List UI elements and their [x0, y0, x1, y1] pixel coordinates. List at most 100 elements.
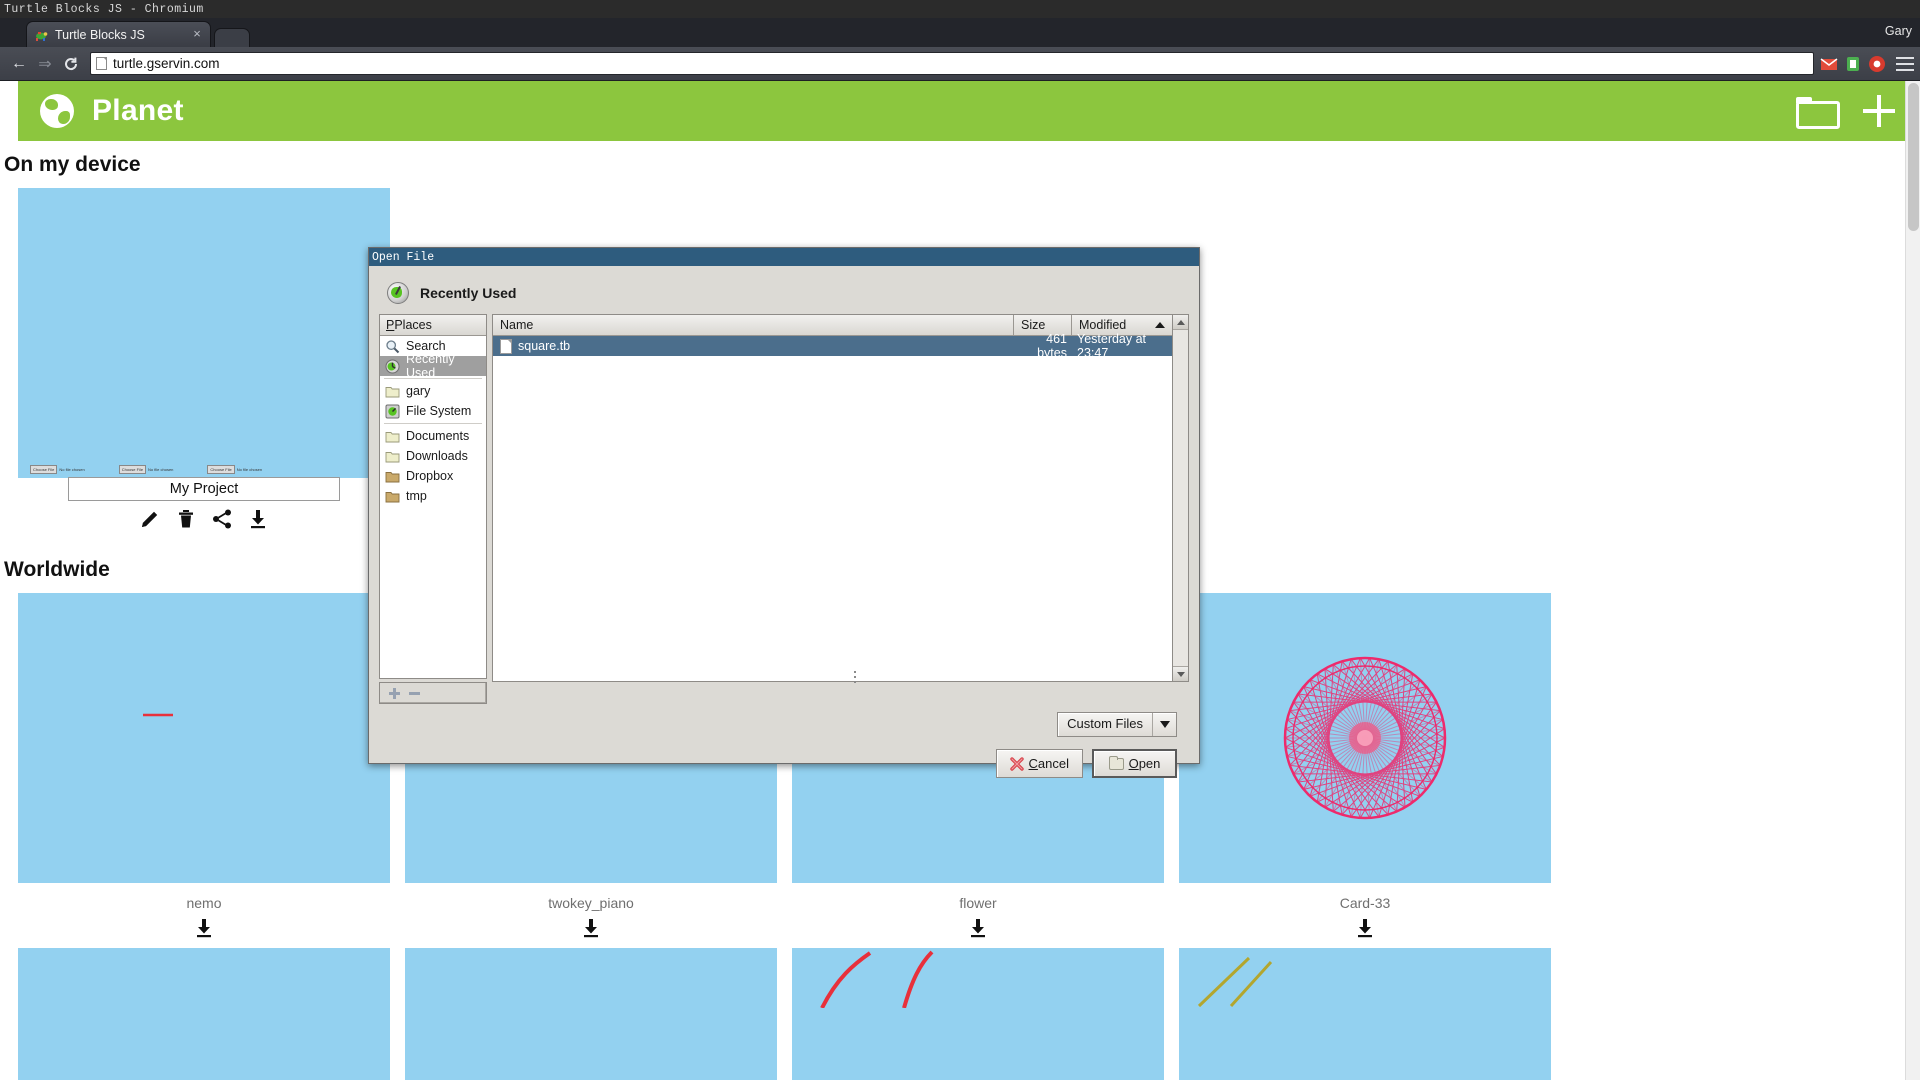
download-icon[interactable]	[247, 508, 269, 530]
pane-resize-handle[interactable]	[851, 668, 859, 694]
place-item-dropbox[interactable]: Dropbox	[380, 466, 486, 486]
edit-icon[interactable]	[139, 508, 161, 530]
dialog-titlebar: Open File	[369, 248, 1199, 266]
project-thumbnail[interactable]	[792, 948, 1164, 1080]
close-icon[interactable]: ×	[190, 27, 204, 42]
project-card-my-project[interactable]: Choose File No file chosen Choose File N…	[18, 188, 390, 530]
project-thumbnail[interactable]: Choose File No file chosen Choose File N…	[18, 188, 390, 478]
folder-tan-icon	[385, 469, 400, 484]
project-name[interactable]: My Project	[68, 477, 340, 501]
file-name-cell: square.tb	[493, 338, 1014, 354]
download-icon[interactable]	[967, 917, 989, 939]
os-window-titlebar: Turtle Blocks JS - Chromium	[0, 0, 1920, 18]
browser-tab[interactable]: Turtle Blocks JS ×	[26, 21, 211, 47]
address-bar-value: turtle.gservin.com	[113, 56, 220, 71]
folder-icon	[385, 449, 400, 464]
menu-icon[interactable]	[1896, 56, 1914, 71]
file-status: No file chosen	[236, 467, 263, 472]
dialog-title: Open File	[372, 250, 435, 264]
project-thumbnail[interactable]	[18, 593, 390, 883]
record-icon[interactable]	[1868, 55, 1886, 73]
worldwide-card-row2-3[interactable]	[792, 948, 1164, 1080]
file-input-1[interactable]: Choose File No file chosen	[30, 465, 85, 474]
file-size: 461 bytes	[1037, 332, 1067, 360]
project-thumbnail[interactable]	[1179, 593, 1551, 883]
place-label: Search	[406, 339, 446, 353]
scroll-down-button[interactable]	[1173, 666, 1188, 681]
file-input-3[interactable]: Choose File No file chosen	[207, 465, 262, 474]
cancel-button-label: Cancel	[1029, 756, 1069, 771]
worldwide-card-nemo[interactable]: nemo	[18, 593, 390, 939]
place-item-tmp[interactable]: tmp	[380, 486, 486, 506]
forward-icon[interactable]: ⇒	[32, 51, 58, 77]
worldwide-card-card-33[interactable]: Card-33	[1179, 593, 1551, 939]
open-button[interactable]: Open	[1092, 749, 1177, 778]
worldwide-card-row2-1[interactable]	[18, 948, 390, 1080]
file-list-scrollbar[interactable]	[1173, 314, 1189, 682]
file-list-panel: Name Size Modified square.tb 461 bytes Y…	[492, 314, 1189, 704]
open-file-dialog: Open File Recently Used PPlaces Search R…	[368, 247, 1200, 778]
file-list-body[interactable]: square.tb 461 bytes Yesterday at 23:47	[493, 332, 1172, 681]
chevron-down-icon[interactable]	[1152, 713, 1176, 736]
folder-icon	[385, 429, 400, 444]
dialog-main: PPlaces Search Recently Used gary File S…	[379, 314, 1189, 704]
place-item-documents[interactable]: Documents	[380, 426, 486, 446]
sort-ascending-icon	[1155, 322, 1165, 328]
place-item-gary[interactable]: gary	[380, 381, 486, 401]
project-thumbnail[interactable]	[18, 948, 390, 1080]
remove-place-icon[interactable]	[409, 691, 420, 695]
cancel-button[interactable]: Cancel	[995, 749, 1083, 778]
place-item-file-system[interactable]: File System	[380, 401, 486, 421]
folder-icon	[1108, 755, 1124, 770]
place-item-downloads[interactable]: Downloads	[380, 446, 486, 466]
open-folder-icon[interactable]	[1796, 97, 1840, 129]
reload-icon[interactable]	[58, 51, 84, 77]
address-bar[interactable]: turtle.gservin.com	[90, 52, 1814, 75]
browser-toolbar: ← ⇒ turtle.gservin.com	[0, 47, 1920, 81]
page-scrollbar-thumb[interactable]	[1908, 83, 1919, 231]
table-row[interactable]: square.tb 461 bytes Yesterday at 23:47	[493, 332, 1172, 360]
project-thumbnail[interactable]	[1179, 948, 1551, 1080]
places-list: Search Recently Used gary File System Do…	[380, 336, 486, 678]
page-viewport: Planet On my device Choose File No file …	[0, 81, 1920, 1080]
folder-icon	[385, 384, 400, 399]
scrollbar-track[interactable]	[1173, 330, 1188, 666]
places-header[interactable]: PPlaces	[380, 315, 486, 336]
user-label[interactable]: Gary	[1885, 24, 1912, 38]
cancel-rest: ancel	[1037, 756, 1069, 771]
share-icon[interactable]	[211, 508, 233, 530]
card-action-icons	[792, 911, 1164, 939]
choose-file-button[interactable]: Choose File	[207, 465, 235, 474]
choose-file-button[interactable]: Choose File	[30, 465, 58, 474]
download-icon[interactable]	[1354, 917, 1376, 939]
card-action-icons	[1179, 911, 1551, 939]
add-project-icon[interactable]	[1862, 94, 1896, 128]
page-scrollbar[interactable]	[1905, 81, 1920, 1080]
browser-tab-title: Turtle Blocks JS	[55, 27, 145, 42]
worldwide-card-row2-4[interactable]	[1179, 948, 1551, 1080]
add-place-icon[interactable]	[389, 687, 400, 699]
places-toolbar	[379, 682, 487, 704]
places-frame: PPlaces Search Recently Used gary File S…	[379, 314, 487, 679]
file-input-2[interactable]: Choose File No file chosen	[118, 465, 174, 474]
file-type-filter-value: Custom Files	[1067, 716, 1143, 731]
battery-icon[interactable]	[1844, 55, 1862, 73]
new-tab-button[interactable]	[214, 28, 250, 47]
worldwide-card-row2-2[interactable]	[405, 948, 777, 1080]
place-item-recently-used[interactable]: Recently Used	[380, 352, 486, 380]
file-status: No file chosen	[148, 467, 174, 472]
recent-icon	[387, 282, 409, 304]
mail-icon[interactable]	[1820, 55, 1838, 73]
download-icon[interactable]	[580, 917, 602, 939]
worldwide-projects-row-2	[0, 948, 1920, 1080]
card-action-icons	[18, 911, 390, 939]
os-window-title: Turtle Blocks JS - Chromium	[4, 2, 204, 16]
delete-icon[interactable]	[175, 508, 197, 530]
choose-file-button[interactable]: Choose File	[118, 465, 147, 474]
back-icon[interactable]: ←	[6, 51, 32, 77]
file-type-filter[interactable]: Custom Files	[1057, 712, 1177, 737]
column-header-name[interactable]: Name	[493, 315, 1014, 336]
scroll-up-button[interactable]	[1173, 315, 1188, 330]
download-icon[interactable]	[193, 917, 215, 939]
project-thumbnail[interactable]	[405, 948, 777, 1080]
